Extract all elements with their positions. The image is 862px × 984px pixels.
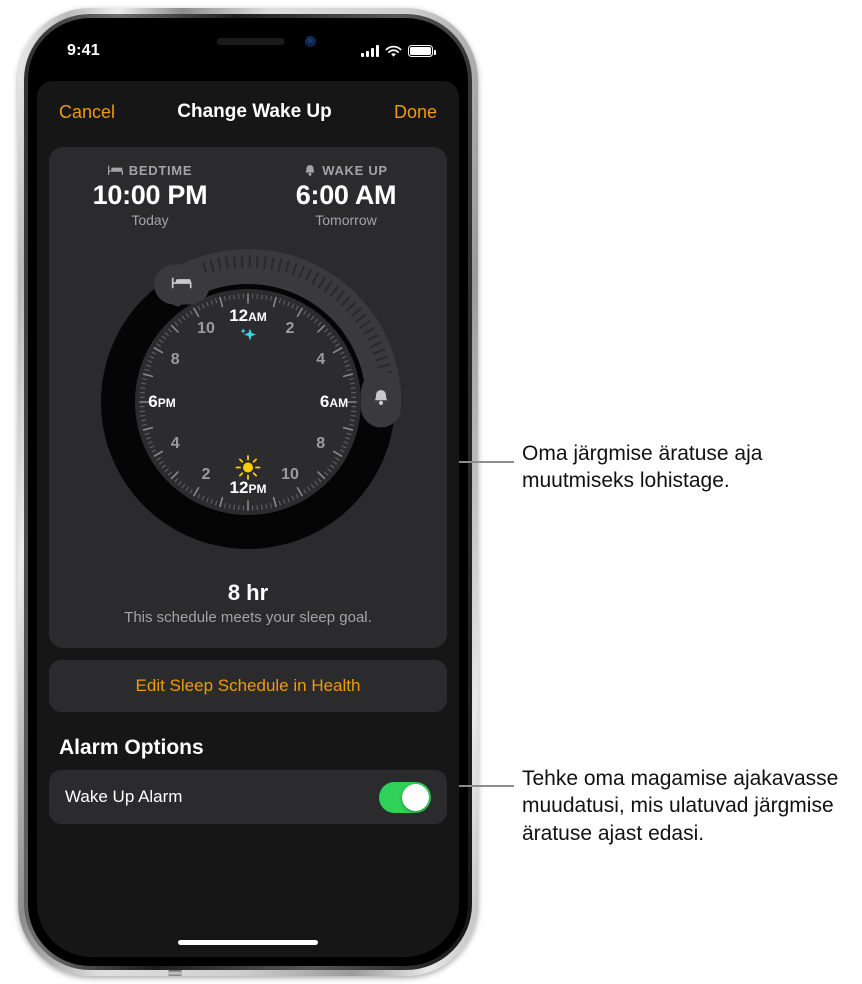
change-wake-up-sheet: Cancel Change Wake Up Done BEDTIME 10:00… — [37, 81, 459, 957]
hour-label-10: 10 — [197, 320, 215, 338]
wakeup-label: WAKE UP — [322, 163, 388, 178]
stars-icon — [235, 323, 261, 354]
cellular-signal-icon — [361, 45, 379, 57]
front-camera-icon — [305, 36, 316, 47]
wake-up-alarm-row[interactable]: Wake Up Alarm — [49, 770, 447, 824]
bedtime-label: BEDTIME — [128, 163, 193, 178]
earpiece-speaker-icon — [216, 38, 285, 45]
wake-up-alarm-toggle[interactable] — [379, 781, 431, 813]
times-row: BEDTIME 10:00 PM Today WAKE UP 6:00 AM T… — [49, 163, 447, 228]
phone-bezel: 9:41 Cancel Change Wake Up Done BEDTIME … — [28, 18, 468, 966]
bedtime-label-row: BEDTIME — [75, 163, 225, 178]
toggle-knob — [402, 783, 429, 811]
hour-label-8: 8 — [316, 435, 326, 452]
cancel-button[interactable]: Cancel — [59, 102, 115, 123]
bell-icon — [305, 165, 315, 176]
hour-label-10: 10 — [281, 465, 299, 483]
edit-sleep-schedule-button[interactable]: Edit Sleep Schedule in Health — [49, 660, 447, 712]
done-button[interactable]: Done — [394, 102, 437, 123]
sun-icon — [235, 455, 261, 486]
bedtime-column[interactable]: BEDTIME 10:00 PM Today — [75, 163, 225, 228]
sleep-schedule-card: BEDTIME 10:00 PM Today WAKE UP 6:00 AM T… — [49, 147, 447, 648]
bedtime-day: Today — [131, 212, 169, 228]
phone-screen: 9:41 Cancel Change Wake Up Done BEDTIME … — [37, 27, 459, 957]
wakeup-column[interactable]: WAKE UP 6:00 AM Tomorrow — [271, 163, 421, 228]
callout-text-1: Oma järgmise äratuse aja muutmiseks lohi… — [522, 442, 763, 493]
hour-label-6am: 6AM — [319, 392, 349, 411]
hour-label-6pm: 6PM — [148, 392, 176, 411]
wifi-icon — [385, 45, 402, 57]
bedtime-handle[interactable] — [153, 263, 211, 310]
battery-icon — [408, 45, 436, 57]
sleep-goal-text: This schedule meets your sleep goal. — [124, 609, 372, 626]
sleep-duration: 8 hr — [227, 580, 269, 605]
wake-up-alarm-label: Wake Up Alarm — [65, 787, 183, 806]
phone-midframe: 9:41 Cancel Change Wake Up Done BEDTIME … — [24, 14, 472, 970]
wakeup-value: 6:00 AM — [295, 180, 397, 210]
bed-icon — [107, 165, 123, 176]
antenna-band-bottom — [168, 970, 182, 976]
sleep-dial[interactable]: 12AM 2 4 6AM 8 10 12PM 2 4 6PM 8 10 — [88, 242, 408, 562]
callout-text-2: Tehke oma magamise ajakavasse muudatusi,… — [522, 767, 839, 845]
duration-block: 8 hr This schedule meets your sleep goal… — [49, 580, 447, 626]
home-indicator[interactable] — [178, 940, 318, 945]
hour-label-4: 4 — [170, 435, 180, 452]
hour-label-8: 8 — [170, 351, 180, 368]
alarm-options-title: Alarm Options — [59, 736, 204, 759]
hour-label-2: 2 — [201, 465, 211, 483]
status-icons — [361, 45, 436, 58]
hour-label-2: 2 — [285, 320, 295, 338]
phone-frame: 9:41 Cancel Change Wake Up Done BEDTIME … — [18, 8, 478, 976]
wakeup-label-row: WAKE UP — [271, 163, 421, 178]
wakeup-handle[interactable] — [360, 371, 402, 434]
status-time: 9:41 — [67, 42, 100, 59]
navigation-bar: Cancel Change Wake Up Done — [37, 81, 459, 143]
wakeup-day: Tomorrow — [315, 212, 377, 228]
page-title: Change Wake Up — [177, 101, 332, 122]
screenshot-root: 9:41 Cancel Change Wake Up Done BEDTIME … — [0, 0, 862, 984]
hour-label-4: 4 — [316, 351, 326, 368]
notch — [164, 27, 332, 54]
bedtime-value: 10:00 PM — [92, 180, 208, 210]
